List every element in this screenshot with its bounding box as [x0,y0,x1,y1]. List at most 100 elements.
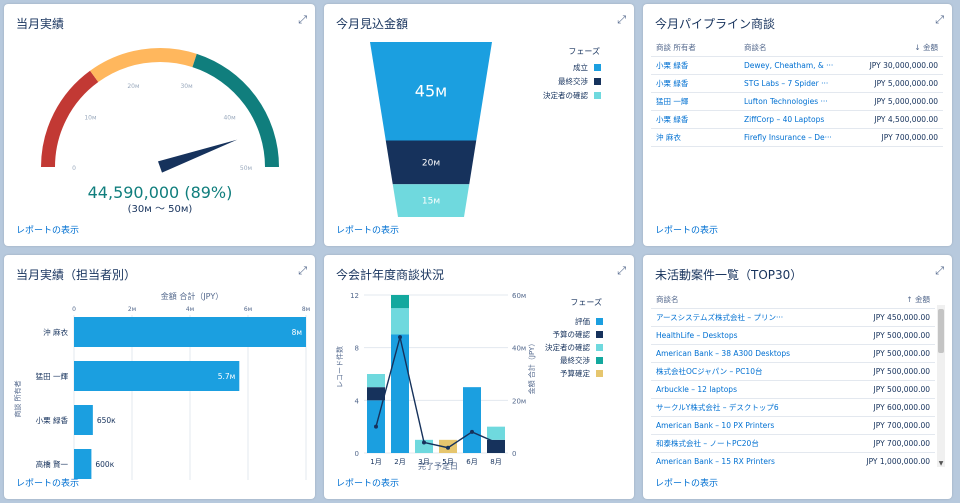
owner-link[interactable]: 沖 麻衣 [651,128,739,147]
amount-cell: JPY 600,000.00 [831,398,935,417]
table-row[interactable]: アースシステムズ株式会社 – プリン··· JPY 450,000.00 [651,308,935,327]
bar[interactable] [74,361,240,391]
owner-link[interactable]: 猛田 一輝 [651,92,739,111]
owner-link[interactable]: 小栗 緑香 [651,110,739,129]
report-link[interactable]: レポートの表示 [655,476,718,489]
category-label: 沖 麻衣 [43,327,68,337]
scrollbar[interactable]: ▼ [937,305,945,467]
opportunity-link[interactable]: 和泰株式会社 – ノートPC20台 [651,434,831,453]
line-point[interactable] [422,440,426,445]
amount-cell: JPY 5,000,000.00 [851,74,943,93]
table-row[interactable]: American Bank – 15 RX Printers JPY 1,000… [651,452,935,467]
column-header-amount[interactable]: ↓ 金額 [851,39,943,57]
bar-segment[interactable] [391,334,409,454]
owner-link[interactable]: 小栗 緑香 [651,56,739,75]
legend-swatch [594,78,601,85]
table-row[interactable]: 小栗 緑香 STG Labs – 7 Spider ··· JPY 5,000,… [651,74,943,93]
scroll-down-icon[interactable]: ▼ [937,460,945,467]
opportunity-link[interactable]: ZiffCorp – 40 Laptops [739,110,851,129]
bar-value-label: 600к [95,460,114,469]
opportunity-link[interactable]: Dewey, Cheatham, & ··· [739,56,851,75]
opportunity-link[interactable]: Firefly Insurance – De··· [739,128,851,147]
table-row[interactable]: HealthLife – Desktops JPY 500,000.00 [651,326,935,345]
opportunity-link[interactable]: American Bank – 38 A300 Desktops [651,344,831,363]
funnel-value-label: 20м [422,158,440,168]
expand-icon[interactable]: ⤢ [935,13,944,27]
bar-segment[interactable] [463,387,481,453]
x-tick-label: 6月 [466,458,477,466]
table-row[interactable]: 和泰株式会社 – ノートPC20台 JPY 700,000.00 [651,434,935,453]
sort-icon: ↓ [914,43,921,52]
opportunity-link[interactable]: HealthLife – Desktops [651,326,831,345]
column-header-amount[interactable]: ↑ 金額 [831,291,935,309]
bar-segment[interactable] [391,295,409,309]
report-link[interactable]: レポートの表示 [336,476,399,489]
table-row[interactable]: 小栗 緑香 Dewey, Cheatham, & ··· JPY 30,000,… [651,56,943,75]
bar-segment[interactable] [487,426,505,440]
legend-label: 評価 [575,316,590,326]
report-link[interactable]: レポートの表示 [336,223,399,236]
column-header-owner[interactable]: 商談 所有者 [651,39,739,57]
table-row[interactable]: American Bank – 10 PX Printers JPY 700,0… [651,416,935,435]
sort-icon: ↑ [906,295,913,304]
legend-label: 成立 [573,62,588,72]
y-right-tick-label: 20м [512,397,526,405]
line-point[interactable] [398,335,402,340]
table-row[interactable]: Arbuckle – 12 laptops JPY 500,000.00 [651,380,935,399]
y-left-tick-label: 4 [355,397,360,405]
gauge-tick-label: 30м [180,83,192,90]
y-right-tick-label: 60м [512,292,526,300]
owner-link[interactable]: 小栗 緑香 [651,74,739,93]
report-link[interactable]: レポートの表示 [16,223,79,236]
table-row[interactable]: 沖 麻衣 Firefly Insurance – De··· JPY 700,0… [651,128,943,147]
opportunity-link[interactable]: 株式会社OCジャパン – PC10台 [651,362,831,381]
line-point[interactable] [494,440,498,445]
line-point[interactable] [446,445,450,450]
report-link[interactable]: レポートの表示 [16,476,79,489]
fiscal-card: 今会計年度商談状況 ⤢ レコード件数 金額 合計（JPY） 完了予定日 フェーズ… [324,255,634,499]
amount-cell: JPY 4,500,000.00 [851,110,943,129]
opportunity-link[interactable]: American Bank – 10 PX Printers [651,416,831,435]
byrep-chart: 金額 合計（JPY） 商談 所有者 0 2м 4м 6м 8м 沖 麻衣 8м 猛田 一輝 5.… [13,291,310,480]
column-header-name[interactable]: 商談名 [739,39,851,57]
table-row[interactable]: 小栗 緑香 ZiffCorp – 40 Laptops JPY 4,500,00… [651,110,943,129]
table-row[interactable]: 株式会社OCジャパン – PC10台 JPY 500,000.00 [651,362,935,381]
line-point[interactable] [374,424,378,429]
scrollbar-thumb[interactable] [938,309,944,353]
bar[interactable] [74,405,93,435]
opportunity-link[interactable]: アースシステムズ株式会社 – プリン··· [651,308,831,327]
table-row[interactable]: American Bank – 38 A300 Desktops JPY 500… [651,344,935,363]
table-header-row: 商談 所有者 商談名 ↓ 金額 [651,39,943,57]
gauge-value: 44,590,000 (89%) [88,183,233,202]
bar-segment[interactable] [367,387,385,401]
table-row[interactable]: サークルY株式会社 – デスクトップ6 JPY 600,000.00 [651,398,935,417]
legend-swatch [596,344,603,351]
bar[interactable] [74,449,92,479]
opportunity-link[interactable]: サークルY株式会社 – デスクトップ6 [651,398,831,417]
gauge-tick-label: 40м [223,114,235,121]
bar-segment[interactable] [391,308,409,335]
y-right-tick-label: 0 [512,450,516,458]
amount-cell: JPY 5,000,000.00 [851,92,943,111]
column-header-name[interactable]: 商談名 [651,291,831,309]
report-link[interactable]: レポートの表示 [655,223,718,236]
table-row[interactable]: 猛田 一輝 Lufton Technologies ··· JPY 5,000,… [651,92,943,111]
opportunity-link[interactable]: STG Labs – 7 Spider ··· [739,74,851,93]
gauge-card: 当月実績 ⤢ 0 10м 20м 30м 40м 50м 44,590,000 (89%)… [4,4,315,246]
x-tick-label: 6м [244,306,252,313]
bar-segment[interactable] [367,374,385,388]
table-header-row: 商談名 ↑ 金額 [651,291,935,309]
card-title: 今月パイプライン商談 [655,17,776,31]
amount-cell: JPY 450,000.00 [831,308,935,327]
pipeline-card: 今月パイプライン商談 ⤢ 商談 所有者 商談名 ↓ 金額 小栗 緑香 Dewey… [643,4,952,246]
byrep-card: 当月実績（担当者別） ⤢ 金額 合計（JPY） 商談 所有者 0 2м 4м 6м 8м… [4,255,315,499]
opportunity-link[interactable]: Arbuckle – 12 laptops [651,380,831,399]
bar[interactable] [74,317,306,347]
opportunity-link[interactable]: American Bank – 15 RX Printers [651,452,831,467]
expand-icon[interactable]: ⤢ [935,264,944,278]
inactive-table-wrap[interactable]: 商談名 ↑ 金額 アースシステムズ株式会社 – プリン··· JPY 450,0… [651,291,945,467]
line-point[interactable] [470,429,474,434]
legend-label: 予算の確認 [553,329,591,339]
column-header-label: 金額 [923,43,938,52]
opportunity-link[interactable]: Lufton Technologies ··· [739,92,851,111]
